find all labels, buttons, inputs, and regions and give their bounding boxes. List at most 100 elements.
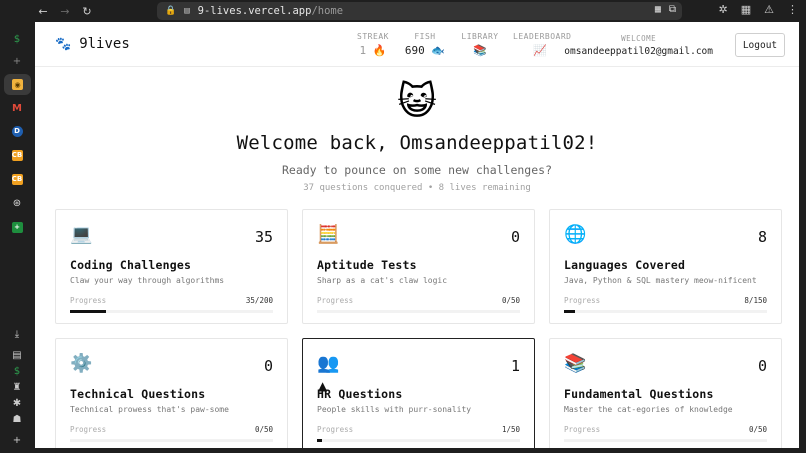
card-title: Technical Questions [70,387,206,401]
download-icon[interactable]: ⤓ [8,325,26,343]
card-hr-questions[interactable]: 👥 1 HR Questions People skills with purr… [302,338,535,448]
welcome-label: WELCOME [621,34,657,43]
copy-icon[interactable]: ⧉ [669,4,676,15]
welcome-title: Welcome back, Omsandeeppatil02! [236,132,598,154]
card-coding-challenges[interactable]: 💻 35 Coding Challenges Claw your way thr… [55,209,288,324]
chart-icon: 📈 [533,44,547,57]
side-dock: $ + ◉ M D CB CB ⊛ + ⤓ ▤ $ ♜ ✱ ☗ + [0,22,35,453]
leaderboard-label: LEADERBOARD [513,32,572,41]
progress-bar [70,439,273,442]
card-title: Fundamental Questions [564,387,714,401]
card-count: 0 [263,357,273,375]
progress-bar [564,310,767,313]
progress-fill [317,439,323,442]
gmail-icon[interactable]: M [8,99,26,117]
menu-icon[interactable]: ⋮ [787,3,798,16]
progress-fraction: 1/50 [501,425,520,434]
logout-button[interactable]: Logout [735,33,785,57]
progress-summary: 37 questions conquered • 8 lives remaini… [303,183,531,193]
progress-bar [317,439,520,442]
library-link[interactable]: LIBRARY 📚 [459,32,501,57]
app-header: 🐾 9lives STREAK 1 🔥 FISH 690 🐟 LIBRARY 📚… [35,22,799,67]
url-text: 9-lives.vercel.app/home [197,5,344,17]
library-label: LIBRARY [461,32,499,41]
d-app-icon[interactable]: D [8,122,26,140]
card-description: Master the cat-egories of knowledge [564,405,733,414]
fish-icon: 🐟 [431,44,446,57]
streak-label: STREAK [357,32,389,41]
progress-fraction: 35/200 [245,296,273,305]
reload-button[interactable]: ↻ [76,5,98,18]
progress-bar [317,310,520,313]
paw-icon: 🐾 [55,36,72,52]
cb-app-icon-2[interactable]: CB [8,170,26,188]
chatgpt-icon[interactable]: ⊛ [8,194,26,212]
progress-label: Progress [317,425,354,434]
cb-app-icon[interactable]: CB [8,146,26,164]
card-technical-questions[interactable]: ⚙️ 0 Technical Questions Technical prowe… [55,338,288,448]
card-description: Technical prowess that's paw-some [70,405,229,414]
progress-label: Progress [317,296,354,305]
people-icon: 👥 [317,353,340,374]
logo[interactable]: 🐾 9lives [55,36,130,52]
card-title: Coding Challenges [70,258,192,272]
welcome-subtitle: Ready to pounce on some new challenges? [281,163,553,177]
card-count: 35 [254,228,273,246]
address-bar[interactable]: 🔒 ▤ 9-lives.vercel.app/home ▦ ⧉ [157,2,682,20]
progress-fill [564,310,575,313]
web-page: 🐾 9lives STREAK 1 🔥 FISH 690 🐟 LIBRARY 📚… [35,22,799,448]
progress-label: Progress [70,425,107,434]
cat-emoji-icon: 😺 [397,79,437,123]
progress-fraction: 0/50 [748,425,767,434]
card-title: HR Questions [317,387,403,401]
card-aptitude-tests[interactable]: 🧮 0 Aptitude Tests Sharp as a cat's claw… [302,209,535,324]
welcome-block: WELCOME omsandeeppatil02@gmail.com [564,34,713,57]
card-fundamental-questions[interactable]: 📚 0 Fundamental Questions Master the cat… [549,338,782,448]
sheets-icon[interactable]: + [8,218,26,236]
plus-icon[interactable]: + [8,52,26,70]
card-description: Claw your way through algorithms [70,276,225,285]
progress-fill [70,310,106,313]
progress-bar [70,310,273,313]
streak-value: 1 [359,44,367,57]
user-email: omsandeeppatil02@gmail.com [564,46,713,57]
progress-label: Progress [70,296,107,305]
card-title: Languages Covered [564,258,686,272]
laptop-icon: 💻 [70,224,93,245]
gear-icon: ⚙️ [70,353,93,374]
apps-icon[interactable]: ▦ [655,4,661,15]
streak-stat: STREAK 1 🔥 [353,32,393,57]
lock-icon: 🔒 [165,6,177,16]
globe-icon: 🌐 [564,224,587,245]
card-languages-covered[interactable]: 🌐 8 Languages Covered Java, Python & SQL… [549,209,782,324]
card-title: Aptitude Tests [317,258,417,272]
progress-fraction: 8/150 [744,296,767,305]
card-description: People skills with purr-sonality [317,405,472,414]
back-button[interactable]: ← [32,5,54,18]
books-icon: 📚 [564,353,587,374]
card-count: 0 [757,357,767,375]
leaderboard-link[interactable]: LEADERBOARD 📈 [513,32,572,57]
browser-toolbar: ← → ↻ 🔒 ▤ 9-lives.vercel.app/home ▦ ⧉ ✲ … [0,0,806,22]
plus-icon-2[interactable]: + [8,431,26,449]
fish-value: 690 [404,44,425,57]
forward-button[interactable]: → [54,5,76,18]
progress-fraction: 0/50 [254,425,273,434]
card-description: Java, Python & SQL mastery meow-nificent [564,276,757,285]
books-icon: 📚 [473,44,487,57]
extension-icon[interactable]: ✲ [719,3,728,16]
card-count: 1 [510,357,520,375]
progress-label: Progress [564,425,601,434]
bell-icon[interactable]: ⚠ [764,3,774,16]
progress-fraction: 0/50 [501,296,520,305]
ghost-icon[interactable]: ☗ [8,410,26,428]
site-settings-icon[interactable]: ▤ [184,6,189,16]
card-description: Sharp as a cat's claw logic [317,276,448,285]
logo-text: 9lives [79,36,130,52]
abacus-icon: 🧮 [317,224,340,245]
dollar-icon[interactable]: $ [8,30,26,48]
grid-icon[interactable]: ▦ [741,3,751,16]
fire-icon: 🔥 [372,44,387,57]
cat-app-icon[interactable]: ◉ [4,74,31,95]
fish-label: FISH [414,32,436,41]
